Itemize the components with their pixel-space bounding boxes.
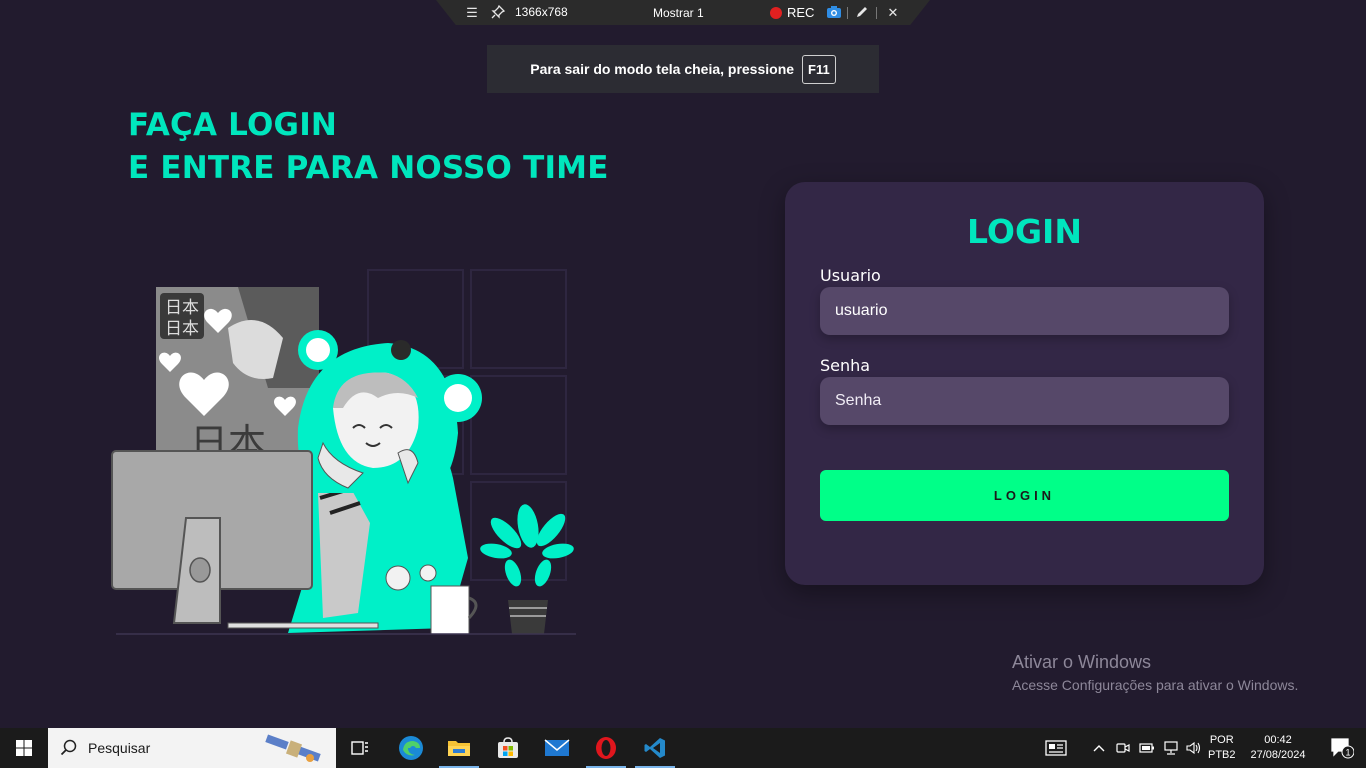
camera-icon[interactable] bbox=[826, 5, 842, 21]
windows-start-icon[interactable] bbox=[0, 728, 48, 768]
activation-watermark-subtitle: Acesse Configurações para ativar o Windo… bbox=[1012, 677, 1299, 693]
toolbar-divider bbox=[847, 7, 848, 19]
clock-date: 27/08/2024 bbox=[1250, 749, 1306, 761]
edge-browser-icon[interactable] bbox=[387, 728, 435, 768]
keyboard-layout: PTB2 bbox=[1208, 749, 1236, 761]
network-icon[interactable] bbox=[1160, 728, 1182, 768]
headline-line-2: E ENTRE PARA NOSSO TIME bbox=[128, 150, 609, 186]
fullscreen-notice: Para sair do modo tela cheia, pressione … bbox=[487, 45, 879, 93]
pen-icon[interactable] bbox=[854, 5, 870, 21]
login-card: LOGIN Usuario Senha LOGIN bbox=[785, 182, 1264, 585]
system-clock[interactable]: 00:42 27/08/2024 bbox=[1246, 733, 1310, 763]
password-input[interactable] bbox=[820, 377, 1229, 425]
poster-kanji-bottom: 日本 bbox=[165, 319, 199, 339]
login-button[interactable]: LOGIN bbox=[820, 470, 1229, 521]
taskbar-search-box[interactable]: Pesquisar bbox=[48, 728, 336, 768]
notification-center-icon[interactable]: 1 bbox=[1318, 728, 1366, 768]
fullscreen-notice-text: Para sair do modo tela cheia, pressione bbox=[530, 61, 795, 77]
chevron-up-icon[interactable] bbox=[1088, 728, 1110, 768]
username-label: Usuario bbox=[820, 266, 881, 285]
username-input[interactable] bbox=[820, 287, 1229, 335]
opera-browser-icon[interactable] bbox=[582, 728, 630, 768]
search-icon bbox=[60, 739, 77, 756]
headline-line-1: FAÇA LOGIN bbox=[128, 107, 338, 143]
toolbar-divider bbox=[876, 7, 877, 19]
f11-key: F11 bbox=[802, 54, 836, 84]
poster-kanji-top: 日本 bbox=[165, 298, 199, 318]
recorder-toolbar: ☰ 1366x768 Mostrar 1 REC ✕ bbox=[436, 0, 930, 25]
task-view-icon[interactable] bbox=[336, 728, 384, 768]
satellite-icon bbox=[265, 734, 321, 762]
volume-icon[interactable] bbox=[1183, 728, 1205, 768]
vscode-icon[interactable] bbox=[631, 728, 679, 768]
activation-watermark-title: Ativar o Windows bbox=[1012, 652, 1152, 672]
clock-time: 00:42 bbox=[1264, 734, 1292, 746]
mail-icon[interactable] bbox=[533, 728, 581, 768]
search-placeholder: Pesquisar bbox=[88, 740, 151, 756]
language-indicator[interactable]: POR PTB2 bbox=[1208, 733, 1236, 763]
microsoft-store-icon[interactable] bbox=[484, 728, 532, 768]
anime-girl-illustration: 日本 日本 日本 bbox=[111, 269, 576, 635]
file-explorer-icon[interactable] bbox=[435, 728, 483, 768]
language-code: POR bbox=[1209, 734, 1234, 746]
meet-now-icon[interactable] bbox=[1112, 728, 1134, 768]
login-title: LOGIN bbox=[967, 212, 1082, 251]
menu-icon[interactable]: ☰ bbox=[464, 5, 480, 21]
pin-icon[interactable] bbox=[490, 4, 506, 21]
battery-icon[interactable] bbox=[1136, 728, 1158, 768]
password-label: Senha bbox=[820, 356, 871, 375]
display-select[interactable]: Mostrar 1 bbox=[653, 6, 704, 20]
resolution-label[interactable]: 1366x768 bbox=[515, 5, 568, 19]
news-widget-icon[interactable] bbox=[1040, 728, 1072, 768]
record-dot-icon[interactable] bbox=[770, 7, 782, 19]
notification-count: 1 bbox=[1345, 748, 1350, 758]
page-headline: FAÇA LOGIN E ENTRE PARA NOSSO TIME bbox=[128, 104, 609, 190]
record-label[interactable]: REC bbox=[787, 5, 814, 20]
close-icon[interactable]: ✕ bbox=[885, 5, 901, 21]
taskbar: Pesquisar POR PTB2 00:42 27/08/2024 1 bbox=[0, 728, 1366, 768]
